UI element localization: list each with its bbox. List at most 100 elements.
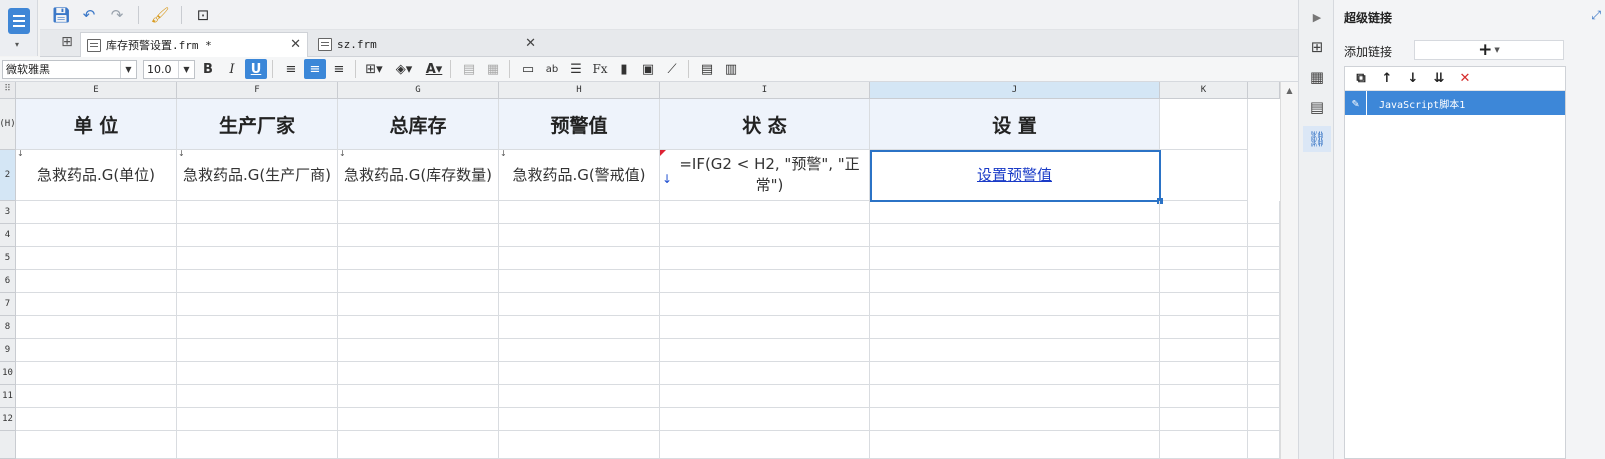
preview-icon[interactable]: ⊡ xyxy=(192,4,214,26)
empty-cell[interactable] xyxy=(499,385,660,408)
select-all-corner[interactable]: ⠿ xyxy=(0,82,16,99)
empty-cell[interactable] xyxy=(1248,247,1280,270)
chevron-up-icon[interactable]: ▲ xyxy=(1281,82,1298,99)
empty-cell[interactable] xyxy=(1160,224,1248,247)
empty-cell[interactable] xyxy=(660,316,870,339)
empty-cell[interactable] xyxy=(1248,316,1280,339)
empty-cell[interactable] xyxy=(338,431,499,459)
empty-cell[interactable] xyxy=(1248,293,1280,316)
empty-cell[interactable] xyxy=(1160,293,1248,316)
empty-cell[interactable] xyxy=(1160,362,1248,385)
header-cell-status[interactable]: 状 态 xyxy=(660,99,870,150)
empty-cell[interactable] xyxy=(1160,99,1248,150)
align-right-icon[interactable]: ≡ xyxy=(328,59,350,79)
empty-cell[interactable] xyxy=(660,408,870,431)
empty-cell[interactable] xyxy=(16,316,177,339)
image-icon[interactable]: ▣ xyxy=(637,59,659,79)
empty-cell[interactable] xyxy=(660,293,870,316)
empty-cell[interactable] xyxy=(870,224,1160,247)
undo-icon[interactable]: ↶ xyxy=(78,4,100,26)
empty-cell[interactable] xyxy=(660,431,870,459)
empty-cell[interactable] xyxy=(338,293,499,316)
data-cell-unit[interactable]: ↓ 急救药品.G(单位) xyxy=(16,150,177,201)
split-cells-icon[interactable]: ▦ xyxy=(482,59,504,79)
row-header[interactable]: 4 xyxy=(0,224,16,247)
font-family-select[interactable]: 微软雅黑 ▼ xyxy=(2,59,137,79)
empty-cell[interactable] xyxy=(16,431,177,459)
empty-cell[interactable] xyxy=(870,339,1160,362)
widget-settings-icon[interactable]: ▤ xyxy=(1303,94,1331,120)
paragraph-icon[interactable]: ☰ xyxy=(565,59,587,79)
empty-cell[interactable] xyxy=(338,408,499,431)
empty-cell[interactable] xyxy=(1160,150,1248,201)
cell-element-icon[interactable]: ⊞ xyxy=(1303,34,1331,60)
save-icon[interactable]: 💾︎ xyxy=(50,4,72,26)
underline-button[interactable]: U xyxy=(245,59,267,79)
row-header[interactable]: 9 xyxy=(0,339,16,362)
bold-button[interactable]: B xyxy=(197,59,219,79)
fill-color-icon[interactable]: ◈▾ xyxy=(393,59,415,79)
empty-cell[interactable] xyxy=(1248,201,1280,224)
empty-cell[interactable] xyxy=(660,224,870,247)
empty-cell[interactable] xyxy=(660,201,870,224)
hyperlink-icon[interactable]: ⛓ xyxy=(1303,126,1331,152)
empty-cell[interactable] xyxy=(1248,408,1280,431)
empty-cell[interactable] xyxy=(499,270,660,293)
empty-cell[interactable] xyxy=(1160,431,1248,459)
column-header-empty[interactable] xyxy=(1248,82,1280,99)
empty-cell[interactable] xyxy=(16,293,177,316)
empty-cell[interactable] xyxy=(338,201,499,224)
empty-cell[interactable] xyxy=(16,270,177,293)
empty-cell[interactable] xyxy=(499,293,660,316)
empty-cell[interactable] xyxy=(870,293,1160,316)
empty-cell[interactable] xyxy=(177,247,338,270)
empty-cell[interactable] xyxy=(177,201,338,224)
slash-icon[interactable]: ⟋ xyxy=(661,59,683,79)
row-header[interactable]: 12 xyxy=(0,408,16,431)
row-header[interactable]: 6 xyxy=(0,270,16,293)
empty-cell[interactable] xyxy=(177,431,338,459)
column-header-e[interactable]: E xyxy=(16,82,177,99)
empty-cell[interactable] xyxy=(499,362,660,385)
align-center-icon[interactable]: ≡ xyxy=(304,59,326,79)
pin-icon[interactable]: ⤢ xyxy=(1591,8,1601,23)
empty-cell[interactable] xyxy=(660,362,870,385)
empty-cell[interactable] xyxy=(499,316,660,339)
copy-icon[interactable]: ⧉ xyxy=(1351,69,1371,89)
formula-icon[interactable]: Fx xyxy=(589,59,611,79)
empty-cell[interactable] xyxy=(870,385,1160,408)
data-cell-warning[interactable]: ↓ 急救药品.G(警戒值) xyxy=(499,150,660,201)
header-cell-manufacturer[interactable]: 生产厂家 xyxy=(177,99,338,150)
close-icon[interactable]: ✕ xyxy=(525,36,536,51)
empty-cell[interactable] xyxy=(1160,385,1248,408)
app-menu-button[interactable]: ▾ xyxy=(0,0,38,56)
data-cell-set-warning-link[interactable]: 设置预警值 xyxy=(870,150,1160,201)
empty-cell[interactable] xyxy=(338,316,499,339)
tab-kucun-yujing[interactable]: 库存预警设置.frm * ✕ xyxy=(80,32,308,57)
align-left-icon[interactable]: ≡ xyxy=(280,59,302,79)
empty-cell[interactable] xyxy=(660,270,870,293)
header-cell-unit[interactable]: 单 位 xyxy=(16,99,177,150)
empty-cell[interactable] xyxy=(177,316,338,339)
empty-cell[interactable] xyxy=(16,362,177,385)
empty-cell[interactable] xyxy=(1248,362,1280,385)
grid-icon[interactable]: ⊞ xyxy=(58,34,76,52)
format-brush-icon[interactable]: 🖌︎ xyxy=(149,4,171,26)
column-header-j[interactable]: J xyxy=(870,82,1160,99)
data-cell-status-formula[interactable]: ↓ =IF(G2 < H2, "预警", "正常") xyxy=(660,150,870,201)
empty-cell[interactable] xyxy=(16,408,177,431)
empty-cell[interactable] xyxy=(16,339,177,362)
redo-icon[interactable]: ↷ xyxy=(106,4,128,26)
empty-cell[interactable] xyxy=(177,408,338,431)
add-link-button[interactable]: + ▼ xyxy=(1414,40,1564,60)
column-header-f[interactable]: F xyxy=(177,82,338,99)
text-wrap-icon[interactable]: ab xyxy=(541,59,563,79)
empty-cell[interactable] xyxy=(177,270,338,293)
row-header[interactable]: 2 xyxy=(0,150,16,201)
empty-cell[interactable] xyxy=(870,270,1160,293)
row-header[interactable]: 7 xyxy=(0,293,16,316)
empty-cell[interactable] xyxy=(338,247,499,270)
data-cell-manufacturer[interactable]: ↓ 急救药品.G(生产厂商) xyxy=(177,150,338,201)
close-icon[interactable]: ✕ xyxy=(290,37,301,52)
empty-cell[interactable] xyxy=(338,270,499,293)
